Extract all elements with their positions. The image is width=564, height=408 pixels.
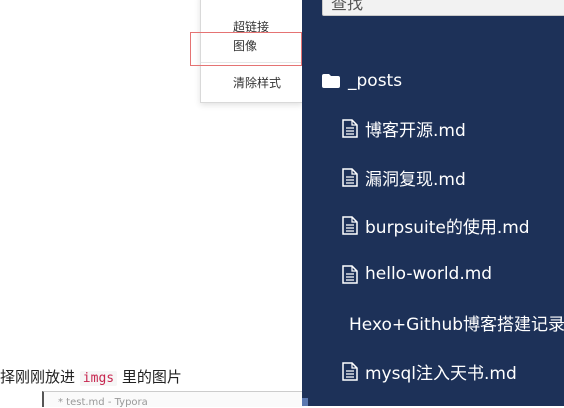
file-icon bbox=[342, 167, 358, 187]
file-name: Hexo+Github博客搭建记录.md bbox=[349, 314, 564, 335]
file-icon bbox=[342, 264, 358, 284]
editor-area: 超链接 图像 清除样式 择刚刚放进 imgs 里的图片 * test.md - … bbox=[0, 0, 304, 408]
inline-code: imgs bbox=[79, 371, 118, 386]
folder-posts[interactable]: _posts bbox=[302, 68, 564, 94]
paragraph: 择刚刚放进 imgs 里的图片 bbox=[0, 366, 182, 387]
file-name: 博客开源.md bbox=[365, 120, 466, 141]
scroll-indicator bbox=[302, 398, 308, 406]
file-name: 漏洞复现.md bbox=[365, 169, 466, 190]
search-input[interactable] bbox=[322, 0, 564, 16]
folder-icon bbox=[322, 74, 340, 88]
file-name: burpsuite的使用.md bbox=[365, 217, 530, 238]
paragraph-text-end: 里的图片 bbox=[121, 368, 182, 386]
window-title: * test.md - Typora bbox=[58, 397, 148, 408]
file-item[interactable]: 博客开源.md bbox=[302, 115, 564, 141]
file-icon bbox=[342, 215, 358, 235]
file-item[interactable]: hello-world.md bbox=[302, 261, 564, 287]
file-item[interactable]: burpsuite的使用.md bbox=[302, 212, 564, 238]
file-item[interactable]: mysql注入天书.md bbox=[302, 358, 564, 384]
file-icon bbox=[342, 361, 358, 381]
image-item-highlight bbox=[190, 32, 302, 66]
folder-name: _posts bbox=[348, 71, 403, 91]
file-item[interactable]: Hexo+Github博客搭建记录.md bbox=[302, 309, 564, 335]
file-name: hello-world.md bbox=[365, 264, 493, 284]
file-item[interactable]: 漏洞复现.md bbox=[302, 164, 564, 190]
file-icon bbox=[342, 118, 358, 138]
menu-item-clear-format[interactable]: 清除样式 bbox=[233, 74, 281, 91]
window-taskbar[interactable]: * test.md - Typora bbox=[42, 391, 304, 408]
paragraph-text-start: 择刚刚放进 bbox=[0, 368, 76, 386]
file-name: mysql注入天书.md bbox=[365, 363, 517, 384]
file-tree-panel: _posts 博客开源.md 漏洞复现.md burpsuite的使用.md h… bbox=[302, 0, 564, 406]
